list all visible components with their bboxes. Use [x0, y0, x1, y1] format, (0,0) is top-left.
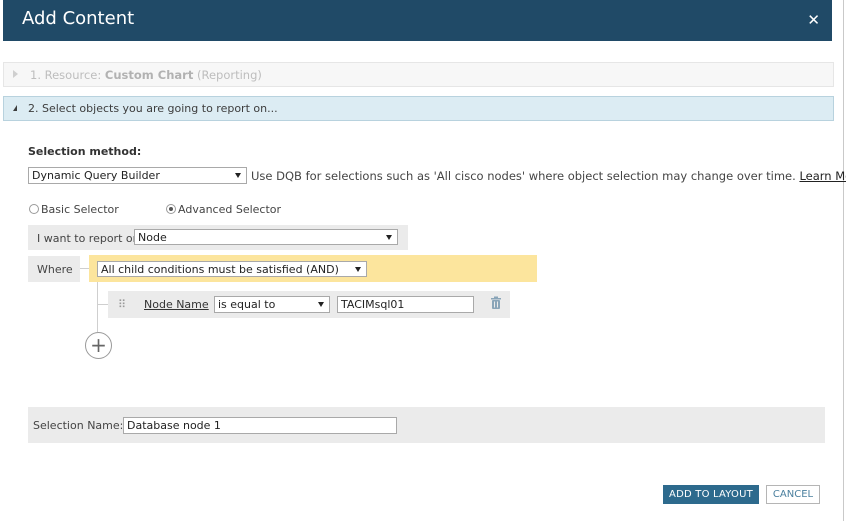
- tree-branch-line: [97, 304, 108, 305]
- caret-down-icon: [13, 105, 17, 111]
- advanced-selector-radio[interactable]: [166, 204, 176, 214]
- rule-operator-select[interactable]: is equal to: [214, 296, 330, 313]
- basic-selector-option[interactable]: Basic Selector: [29, 203, 119, 216]
- selection-method-description: Use DQB for selections such as 'All cisc…: [251, 169, 846, 183]
- step-select-objects-label: 2. Select objects you are going to repor…: [28, 102, 278, 115]
- step-resource-suffix: (Reporting): [193, 68, 262, 82]
- selection-name-value: Database node 1: [127, 419, 221, 432]
- step-resource-prefix: 1. Resource:: [30, 68, 105, 82]
- basic-selector-label: Basic Selector: [41, 203, 119, 216]
- chevron-down-icon: [235, 173, 241, 178]
- report-on-value: Node: [138, 231, 167, 244]
- selection-method-label: Selection method:: [28, 145, 142, 158]
- chevron-down-icon: [318, 302, 324, 307]
- dialog-border: [843, 0, 844, 521]
- dialog-title: Add Content: [22, 8, 135, 29]
- dialog-titlebar: Add Content ✕: [3, 0, 832, 41]
- learn-more-link[interactable]: Learn More: [799, 169, 846, 183]
- advanced-selector-option[interactable]: Advanced Selector: [166, 203, 281, 216]
- add-to-layout-button[interactable]: ADD TO LAYOUT: [663, 485, 759, 504]
- rule-operator-value: is equal to: [218, 298, 276, 311]
- plus-icon: +: [90, 333, 107, 357]
- chevron-down-icon: [355, 267, 361, 272]
- rule-value-input[interactable]: TACIMsql01: [337, 296, 474, 313]
- tree-connector: [80, 268, 89, 269]
- group-condition-select[interactable]: All child conditions must be satisfied (…: [97, 261, 367, 277]
- selection-method-select[interactable]: Dynamic Query Builder: [28, 167, 247, 184]
- step-resource-name: Custom Chart: [104, 68, 194, 82]
- add-condition-button[interactable]: +: [85, 332, 112, 359]
- step-resource-label: 1. Resource: Custom Chart (Reporting): [30, 68, 262, 82]
- trash-icon[interactable]: [490, 296, 502, 310]
- drag-handle-icon[interactable]: ⠿: [118, 298, 126, 311]
- report-on-label: I want to report on: [37, 232, 140, 245]
- chevron-down-icon: [386, 235, 392, 240]
- selection-method-help-text: Use DQB for selections such as 'All cisc…: [251, 169, 796, 183]
- selection-name-label: Selection Name:: [33, 419, 124, 432]
- where-label-box: Where: [28, 256, 80, 282]
- tree-vertical-line: [97, 282, 98, 332]
- rule-field-link[interactable]: Node Name: [144, 298, 209, 311]
- cancel-button[interactable]: CANCEL: [766, 485, 820, 504]
- close-icon[interactable]: ✕: [807, 11, 820, 29]
- basic-selector-radio[interactable]: [29, 204, 39, 214]
- report-on-select[interactable]: Node: [134, 229, 398, 245]
- selection-method-value: Dynamic Query Builder: [32, 169, 160, 182]
- where-label: Where: [37, 263, 73, 276]
- group-condition-value: All child conditions must be satisfied (…: [101, 263, 339, 276]
- advanced-selector-label: Advanced Selector: [178, 203, 282, 216]
- step-resource[interactable]: 1. Resource: Custom Chart (Reporting): [3, 62, 834, 87]
- step-select-objects[interactable]: 2. Select objects you are going to repor…: [3, 96, 834, 121]
- rule-value-text: TACIMsql01: [341, 298, 405, 311]
- selection-name-input[interactable]: Database node 1: [123, 417, 397, 434]
- chevron-right-icon: [13, 70, 18, 78]
